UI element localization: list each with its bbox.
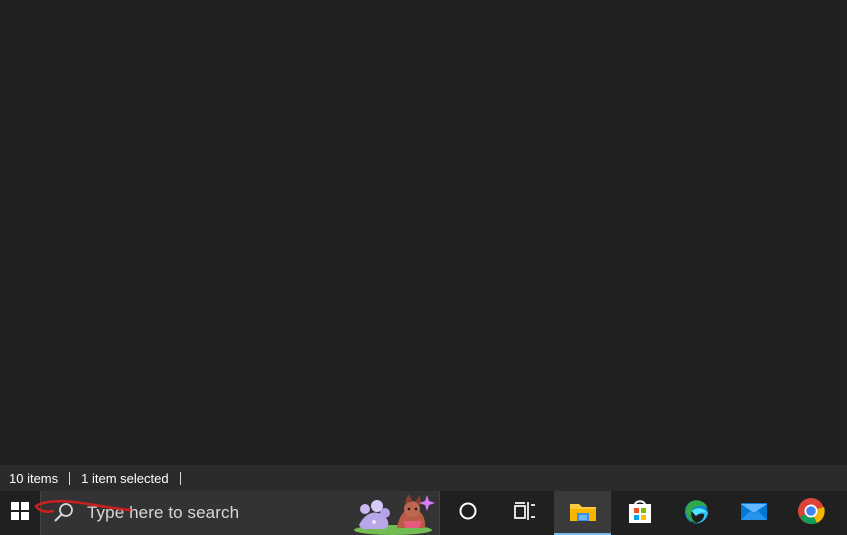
microsoft-store-taskbar-button[interactable]	[611, 491, 668, 535]
taskbar-search-box[interactable]: Type here to search	[40, 491, 440, 535]
search-placeholder: Type here to search	[87, 503, 240, 522]
microsoft-store-icon	[626, 497, 654, 530]
file-explorer-icon	[568, 499, 598, 528]
status-separator	[69, 471, 71, 485]
task-view-button[interactable]	[496, 491, 554, 535]
edge-taskbar-button[interactable]	[668, 491, 725, 535]
cortana-icon	[458, 501, 478, 526]
file-explorer-content-area[interactable]	[0, 0, 847, 465]
chrome-icon	[796, 496, 826, 531]
search-highlight-illustration[interactable]	[347, 491, 439, 535]
file-explorer-status-bar: 10 items 1 item selected	[0, 465, 847, 491]
cortana-button[interactable]	[440, 491, 496, 535]
start-button[interactable]	[0, 491, 40, 535]
windows-start-icon	[11, 501, 29, 525]
selection-status: 1 item selected	[81, 470, 169, 486]
file-explorer-taskbar-button[interactable]	[554, 491, 611, 535]
item-count: 10 items	[9, 470, 59, 486]
chrome-taskbar-button[interactable]	[782, 491, 839, 535]
status-separator-end	[179, 471, 181, 485]
taskbar: Type here to search	[0, 491, 847, 535]
screen: 10 items 1 item selected Type here to se…	[0, 0, 847, 535]
mail-icon	[739, 499, 769, 528]
edge-icon	[682, 496, 712, 531]
task-view-icon	[514, 501, 536, 526]
search-icon	[52, 501, 76, 525]
mail-taskbar-button[interactable]	[725, 491, 782, 535]
